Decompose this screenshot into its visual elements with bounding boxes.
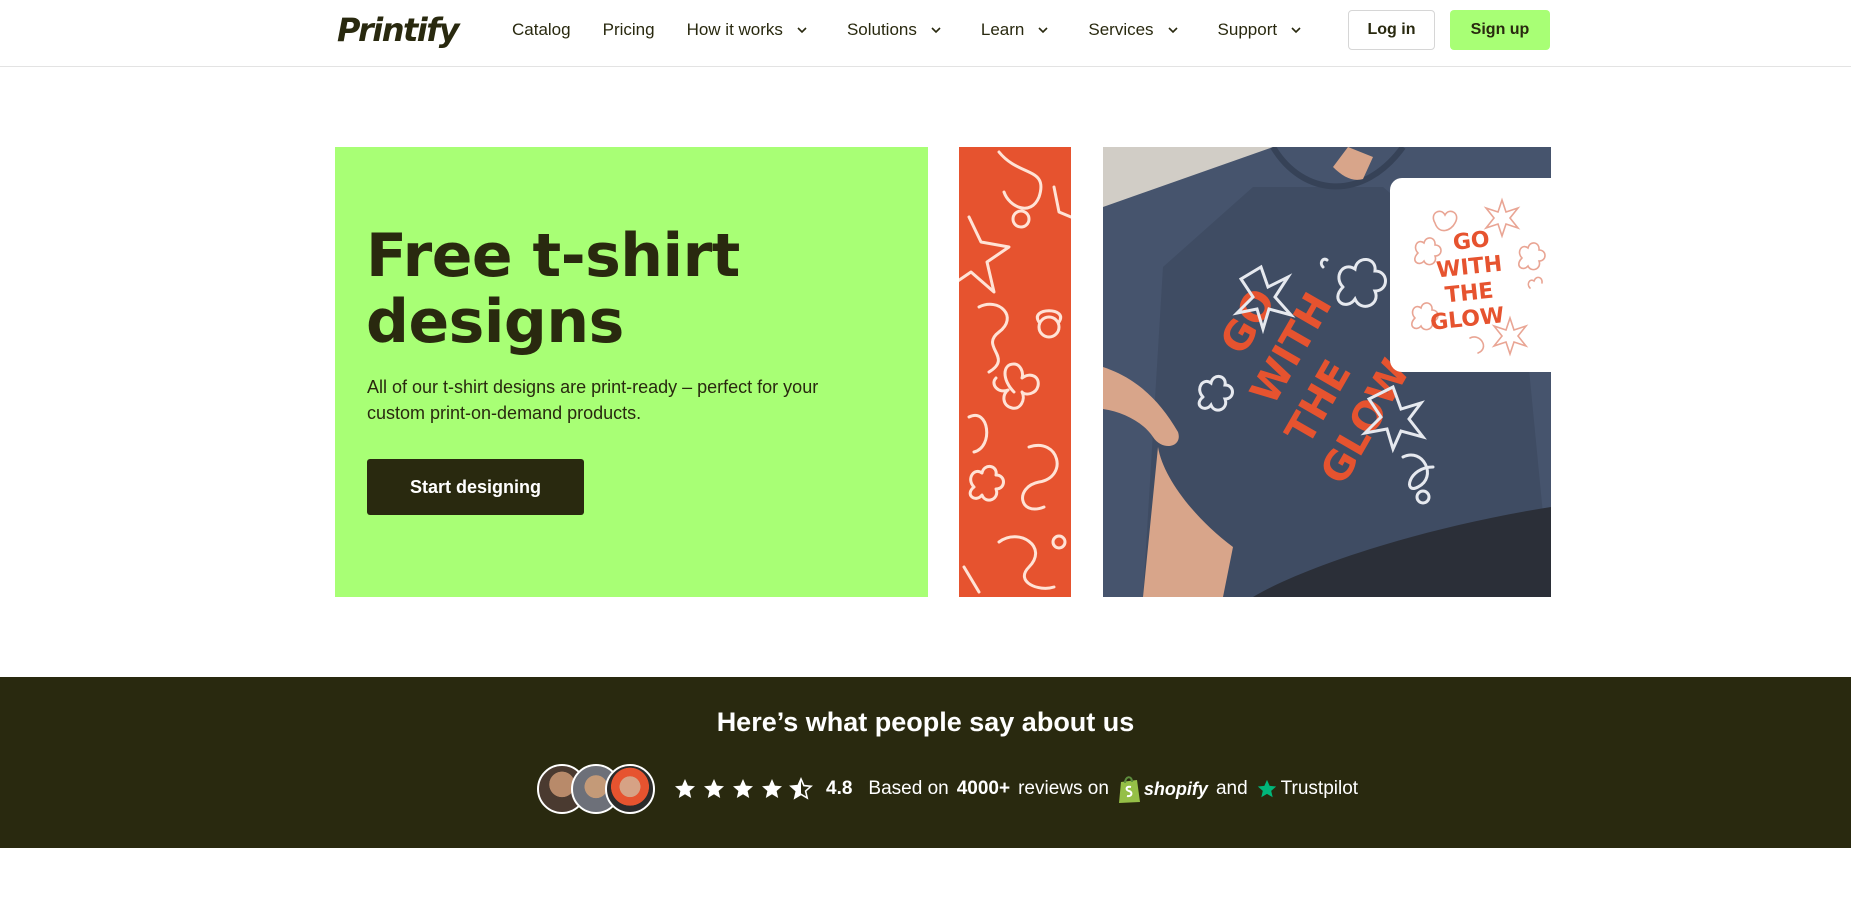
- reviews-title: Here’s what people say about us: [716, 707, 1135, 737]
- hero-subtitle: All of our t-shirt designs are print-rea…: [367, 377, 819, 423]
- chevron-down-icon: [1038, 27, 1048, 34]
- doodle-pattern-graphic: [959, 150, 1071, 594]
- main-nav: Catalog Pricing How it works Solutions L…: [512, 0, 1303, 60]
- site-header: Printify Catalog Pricing How it works So…: [0, 0, 1851, 67]
- nav-pricing[interactable]: Pricing: [603, 20, 655, 40]
- chevron-down-icon: [1167, 27, 1178, 34]
- trustpilot-link[interactable]: Trustpilot: [1256, 778, 1358, 800]
- nav-how-it-works[interactable]: How it works: [687, 20, 809, 40]
- design-preview-card: GO WITH THE GLOW: [1390, 178, 1551, 372]
- chevron-down-icon: [797, 27, 807, 34]
- shopify-bag-icon: [1118, 776, 1140, 803]
- doodle-pattern-image: [959, 147, 1071, 597]
- chevron-down-icon: [931, 27, 941, 34]
- start-designing-button[interactable]: Start designing: [367, 459, 584, 515]
- go-with-the-glow-design: GO WITH THE GLOW: [1411, 197, 1546, 357]
- login-button[interactable]: Log in: [1348, 10, 1435, 50]
- svg-text:GLOW: GLOW: [1429, 303, 1505, 336]
- chevron-down-icon: [1291, 27, 1301, 34]
- star-rating: [673, 777, 818, 801]
- star-icon: [733, 779, 753, 798]
- and-text: and: [1215, 778, 1248, 799]
- nav-services-label: Services: [1088, 20, 1154, 39]
- nav-solutions-label: Solutions: [846, 20, 917, 39]
- reviews-on-text: reviews on: [1018, 778, 1109, 799]
- svg-text:GO: GO: [1452, 227, 1491, 256]
- based-on-text: Based on: [868, 778, 949, 799]
- svg-text:WITH: WITH: [1435, 252, 1503, 284]
- trustpilot-label: Trustpilot: [1280, 778, 1359, 799]
- logo-text: Printify: [337, 11, 460, 49]
- nav-services[interactable]: Services: [1088, 20, 1179, 40]
- trustpilot-star-icon: [1257, 779, 1276, 798]
- nav-how-it-works-label: How it works: [686, 20, 783, 39]
- nav-learn[interactable]: Learn: [981, 20, 1050, 40]
- shopify-link[interactable]: shopify: [1117, 774, 1208, 804]
- star-icon: [704, 779, 724, 798]
- shopify-label: shopify: [1143, 778, 1208, 799]
- review-count: 4000+: [956, 778, 1011, 799]
- printify-logo[interactable]: Printify: [337, 10, 460, 50]
- reviews-section: Here’s what people say about us 4.8 Base…: [0, 677, 1851, 848]
- nav-catalog-label: Catalog: [512, 20, 571, 39]
- rating-row: 4.8 Based on 4000+ reviews on shopify an…: [537, 762, 1358, 816]
- nav-solutions[interactable]: Solutions: [847, 20, 943, 40]
- signup-button[interactable]: Sign up: [1450, 10, 1550, 50]
- nav-support[interactable]: Support: [1218, 20, 1304, 40]
- avatar: [605, 764, 655, 814]
- reviewer-avatars: [537, 762, 659, 816]
- star-icon: [762, 779, 782, 798]
- nav-catalog[interactable]: Catalog: [512, 20, 571, 40]
- rating-value: 4.8: [826, 778, 853, 799]
- hero-card: Free t-shirt designs All of our t-shirt …: [335, 147, 928, 597]
- nav-pricing-label: Pricing: [602, 20, 655, 39]
- star-icon: [675, 779, 695, 798]
- nav-learn-label: Learn: [980, 20, 1025, 39]
- nav-support-label: Support: [1217, 20, 1278, 39]
- star-half-icon: [789, 777, 813, 800]
- hero-title: Free t-shirt designs: [366, 221, 740, 357]
